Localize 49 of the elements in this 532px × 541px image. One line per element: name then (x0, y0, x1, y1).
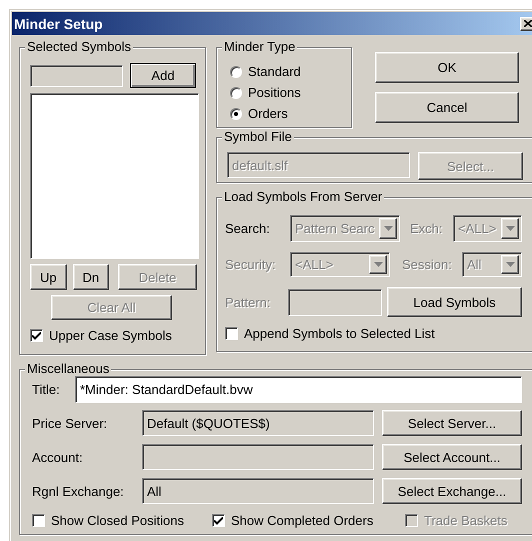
checkbox-label[interactable]: Show Closed Positions (51, 513, 184, 528)
select-button[interactable]: Select Exchange... (382, 478, 522, 504)
checkbox-label[interactable]: Upper Case Symbols (49, 328, 172, 343)
group-title: Selected Symbols (25, 39, 134, 54)
radio-label[interactable]: Standard (248, 64, 301, 79)
select-button[interactable]: Select Account... (382, 444, 522, 470)
close-button[interactable] (520, 16, 532, 30)
checkbox-label[interactable]: Append Symbols to Selected List (244, 326, 435, 341)
field-label: Price Server: (32, 416, 108, 430)
group-title: Load Symbols From Server (222, 189, 384, 204)
radio-button[interactable] (230, 86, 242, 98)
checkbox[interactable] (30, 329, 43, 342)
move-button[interactable]: Dn (72, 264, 110, 290)
title-field[interactable]: *Minder: StandardDefault.bvw (75, 376, 522, 403)
field-label: Session: (402, 257, 452, 272)
field-label: Account: (32, 450, 83, 464)
group-title: Minder Type (222, 39, 298, 54)
field-label: Pattern: (225, 294, 271, 310)
load-symbols-button[interactable]: Load Symbols (387, 287, 522, 317)
field-label: Security: (225, 257, 276, 272)
checkbox[interactable] (32, 514, 45, 527)
ok-button[interactable]: OK (375, 52, 519, 83)
checkbox[interactable] (212, 514, 225, 527)
dropdown-arrow-icon (374, 262, 382, 267)
cancel-button[interactable]: Cancel (375, 92, 519, 123)
radio-label[interactable]: Positions (248, 85, 301, 100)
move-button[interactable]: Up (30, 264, 67, 290)
window-title: Minder Setup (14, 16, 104, 32)
field-label: Search: (225, 221, 270, 236)
symbol-input-field[interactable] (30, 64, 123, 86)
checkbox[interactable] (225, 327, 238, 340)
value-field[interactable]: All (142, 478, 374, 504)
dropdown-arrow-icon (384, 226, 392, 231)
symbol-list[interactable] (30, 93, 199, 259)
value-field[interactable] (142, 444, 374, 470)
group-title: Symbol File (222, 129, 294, 144)
checkbox-label[interactable]: Show Completed Orders (231, 513, 374, 528)
value-field[interactable]: Default ($QUOTES$) (142, 410, 374, 436)
select-button[interactable]: Select Server... (382, 410, 522, 436)
radio-button[interactable] (230, 66, 242, 78)
field-label: Exch: (410, 221, 443, 236)
radio-button[interactable] (230, 108, 242, 120)
group-title: Miscellaneous (25, 361, 112, 376)
field-label: Rgnl Exchange: (32, 484, 124, 498)
field-label: Title: (32, 382, 60, 397)
radio-label[interactable]: Orders (248, 106, 288, 121)
add-button[interactable]: Add (130, 63, 196, 88)
dropdown-arrow-icon (506, 226, 514, 231)
dropdown-arrow-icon (506, 262, 514, 267)
